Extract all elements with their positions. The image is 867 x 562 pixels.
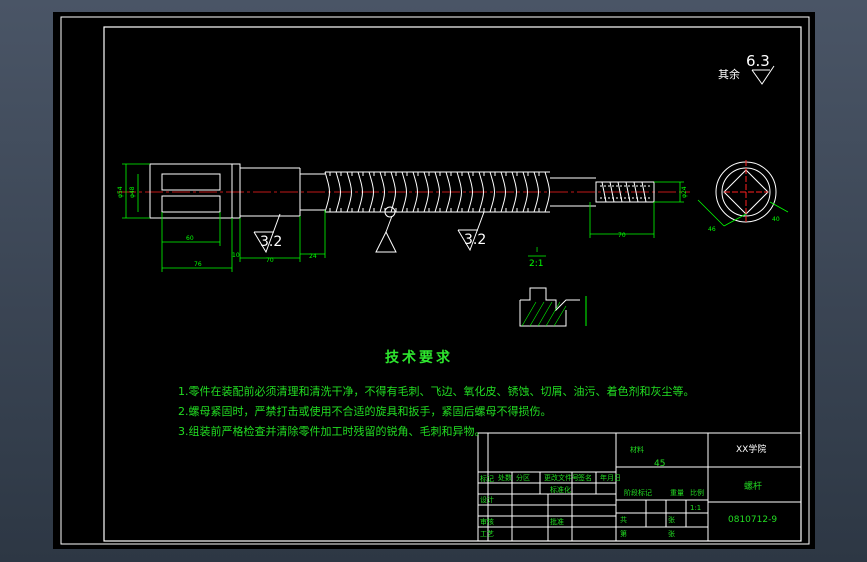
svg-text:材料: 材料 — [630, 445, 644, 454]
svg-text:处数: 处数 — [498, 473, 512, 482]
svg-text:审核: 审核 — [480, 517, 494, 526]
tech-requirement-1: 1.零件在装配前必须清理和清洗干净，不得有毛刺、飞边、氧化皮、锈蚀、切屑、油污、… — [178, 385, 695, 398]
surface-finish-marks — [253, 211, 485, 254]
svg-text:其余: 其余 — [718, 67, 740, 81]
dim-right-70: 70 — [618, 232, 626, 239]
svg-text:XX学院: XX学院 — [736, 443, 766, 455]
thread-section — [324, 171, 550, 218]
finish-1: 3.2 — [260, 234, 282, 250]
dim-24: 24 — [309, 253, 317, 260]
svg-text:张: 张 — [668, 515, 675, 524]
svg-text:6.3: 6.3 — [746, 52, 770, 70]
svg-text:更改文件号: 更改文件号 — [544, 473, 579, 482]
inner-frame — [103, 26, 802, 542]
dim-hex-46: 46 — [708, 226, 716, 233]
svg-text:共: 共 — [620, 515, 627, 524]
svg-text:45: 45 — [654, 459, 665, 469]
svg-text:张: 张 — [668, 529, 675, 538]
svg-text:标准化: 标准化 — [550, 485, 571, 494]
detail-hatching — [521, 301, 567, 327]
svg-text:螺杆: 螺杆 — [744, 480, 762, 492]
svg-text:分区: 分区 — [516, 473, 530, 482]
svg-text:标记: 标记 — [480, 474, 494, 483]
dim-hex-40: 40 — [772, 216, 780, 223]
outer-frame — [60, 16, 810, 545]
roughness-symbol-other: 其余 6.3 — [718, 52, 775, 85]
finish-2: 3.2 — [464, 232, 486, 248]
svg-text:重量: 重量 — [670, 489, 684, 497]
dim-10: 10 — [232, 252, 240, 259]
title-block-text: 材料 45 XX学院 螺杆 0810712-9 1:1 标记 处数 分区 更改文… — [480, 443, 777, 538]
dim-76: 76 — [194, 261, 202, 268]
svg-text:第: 第 — [620, 529, 627, 538]
tech-requirements-title: 技术要求 — [385, 350, 453, 366]
tech-requirement-2: 2.螺母紧固时，严禁打击或使用不合适的旋具和扳手，紧固后螺母不得损伤。 — [178, 405, 552, 418]
cad-drawing-canvas: 其余 6.3 46 40 φ54 φ48 60 76 10 70 24 70 φ… — [60, 16, 810, 545]
shaft-head — [149, 163, 325, 219]
tech-requirement-3: 3.组装前严格检查并清除零件加工时残留的锐角、毛刺和异物。 — [178, 425, 486, 438]
svg-text:签名: 签名 — [578, 473, 592, 482]
dim-left-dia-1: φ54 — [117, 186, 124, 198]
svg-text:比例: 比例 — [690, 488, 704, 497]
svg-text:1:1: 1:1 — [690, 504, 701, 512]
svg-text:设计: 设计 — [480, 495, 494, 504]
detail-view-profile — [519, 287, 587, 327]
detail-ref: I — [536, 246, 538, 254]
dim-left-dia-2: φ48 — [129, 186, 136, 198]
svg-text:0810712-9: 0810712-9 — [728, 515, 777, 525]
dim-right-dia: φ24 — [681, 186, 688, 198]
dim-60: 60 — [186, 235, 194, 242]
svg-text:工艺: 工艺 — [480, 530, 494, 538]
dim-70: 70 — [266, 257, 274, 264]
svg-text:阶段标记: 阶段标记 — [624, 488, 652, 497]
detail-scale: 2:1 — [529, 259, 543, 269]
svg-text:批准: 批准 — [550, 517, 564, 526]
svg-text:年月日: 年月日 — [600, 473, 621, 482]
